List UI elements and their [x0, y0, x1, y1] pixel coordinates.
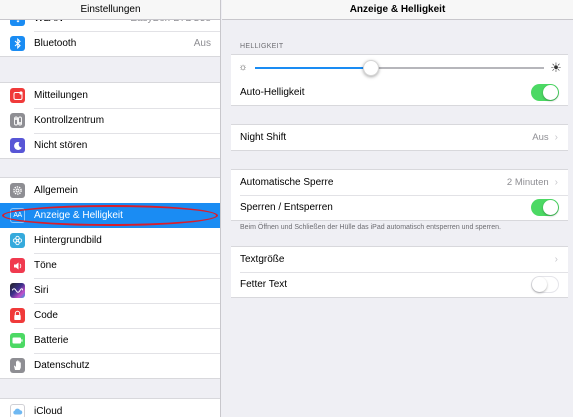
sidebar-item-toene[interactable]: Töne — [0, 253, 220, 278]
night-shift-label: Night Shift — [240, 132, 287, 143]
lock-footnote: Beim Öffnen und Schließen der Hülle das … — [240, 224, 501, 231]
control-center-icon — [10, 113, 25, 128]
sidebar-item-label: Allgemein — [34, 185, 78, 196]
sound-icon — [10, 258, 25, 273]
lock-unlock-row: Sperren / Entsperren — [231, 195, 568, 220]
sidebar-group-general: Allgemein AA Anzeige & Helligkeit Hinter… — [0, 177, 220, 379]
bluetooth-icon — [10, 36, 25, 51]
sidebar-item-kontrollzentrum[interactable]: Kontrollzentrum — [0, 108, 220, 133]
sidebar: Einstellungen WLAN EasyBox-B7DC58 Blueto… — [0, 0, 221, 417]
lock-unlock-label: Sperren / Entsperren — [240, 202, 333, 213]
hand-icon — [10, 358, 25, 373]
auto-brightness-toggle[interactable] — [531, 84, 559, 101]
passcode-icon — [10, 308, 25, 323]
wallpaper-icon — [10, 233, 25, 248]
auto-brightness-row: Auto-Helligkeit — [231, 80, 568, 105]
brightness-group: ☼ ☀ Auto-Helligkeit — [231, 54, 568, 106]
sidebar-group-notifications: Mitteilungen Kontrollzentrum Nicht störe… — [0, 82, 220, 159]
sidebar-item-label: Kontrollzentrum — [34, 115, 105, 126]
auto-lock-label: Automatische Sperre — [240, 177, 334, 188]
moon-icon — [10, 138, 25, 153]
detail-title: Anzeige & Helligkeit — [222, 0, 573, 20]
sidebar-title: Einstellungen — [0, 0, 220, 20]
siri-icon — [10, 283, 25, 298]
display-brightness-icon: AA — [10, 208, 25, 223]
bold-text-row: Fetter Text — [231, 272, 568, 297]
brightness-slider-thumb[interactable] — [362, 59, 379, 76]
night-shift-group: Night Shift Aus › — [231, 124, 568, 151]
chevron-right-icon: › — [554, 177, 558, 188]
sidebar-item-nicht-stoeren[interactable]: Nicht stören — [0, 133, 220, 158]
night-shift-value: Aus — [532, 132, 549, 143]
sidebar-item-label: Nicht stören — [34, 140, 88, 151]
sidebar-item-code[interactable]: Code — [0, 303, 220, 328]
sidebar-item-label: iCloud — [34, 406, 63, 417]
toggle-knob — [532, 277, 547, 292]
sidebar-item-batterie[interactable]: Batterie — [0, 328, 220, 353]
lock-group: Automatische Sperre 2 Minuten › Sperren … — [231, 169, 568, 221]
text-group: Textgröße › Fetter Text — [231, 246, 568, 298]
toggle-knob — [543, 200, 558, 215]
bold-text-toggle[interactable] — [531, 276, 559, 293]
toggle-knob — [543, 85, 558, 100]
sidebar-item-anzeige-helligkeit[interactable]: AA Anzeige & Helligkeit — [0, 203, 220, 228]
sidebar-item-label: Code — [34, 310, 58, 321]
sidebar-item-label: Batterie — [34, 335, 69, 346]
sidebar-item-allgemein[interactable]: Allgemein — [0, 178, 220, 203]
auto-lock-row[interactable]: Automatische Sperre 2 Minuten › — [231, 170, 568, 195]
detail-pane: Anzeige & Helligkeit HELLIGKEIT ☼ ☀ Auto… — [222, 0, 573, 417]
brightness-section-label: HELLIGKEIT — [240, 43, 284, 50]
notifications-icon — [10, 88, 25, 103]
auto-lock-value: 2 Minuten — [506, 177, 549, 188]
icloud-icon — [10, 404, 25, 417]
brightness-slider-row: ☼ ☀ — [231, 55, 568, 80]
sidebar-item-label: Siri — [34, 285, 49, 296]
sidebar-item-siri[interactable]: Siri — [0, 278, 220, 303]
sidebar-group-account: iCloud — [0, 398, 220, 417]
sidebar-item-label: Mitteilungen — [34, 90, 88, 101]
sun-small-icon: ☼ — [238, 62, 248, 73]
sidebar-item-icloud[interactable]: iCloud — [0, 399, 220, 417]
battery-icon — [10, 333, 25, 348]
sidebar-item-hintergrundbild[interactable]: Hintergrundbild — [0, 228, 220, 253]
text-size-row[interactable]: Textgröße › — [231, 247, 568, 272]
sun-large-icon: ☀ — [550, 59, 562, 75]
brightness-slider[interactable] — [255, 59, 544, 76]
gear-icon — [10, 183, 25, 198]
chevron-right-icon: › — [554, 132, 558, 143]
sidebar-item-label: Datenschutz — [34, 360, 90, 371]
sidebar-item-label: Hintergrundbild — [34, 235, 102, 246]
settings-app: Einstellungen WLAN EasyBox-B7DC58 Blueto… — [0, 0, 573, 417]
sidebar-item-label: Anzeige & Helligkeit — [34, 210, 123, 221]
night-shift-row[interactable]: Night Shift Aus › — [231, 125, 568, 150]
bold-text-label: Fetter Text — [240, 279, 288, 290]
sidebar-item-datenschutz[interactable]: Datenschutz — [0, 353, 220, 378]
sidebar-item-bluetooth[interactable]: Bluetooth Aus — [0, 31, 220, 56]
lock-unlock-toggle[interactable] — [531, 199, 559, 216]
sidebar-item-value: Aus — [193, 38, 211, 49]
auto-brightness-label: Auto-Helligkeit — [240, 87, 305, 98]
sidebar-item-label: Bluetooth — [34, 38, 77, 49]
brightness-slider-fill — [255, 66, 371, 69]
text-size-label: Textgröße — [240, 254, 285, 265]
chevron-right-icon: › — [554, 254, 558, 265]
sidebar-item-mitteilungen[interactable]: Mitteilungen — [0, 83, 220, 108]
sidebar-item-label: Töne — [34, 260, 57, 271]
